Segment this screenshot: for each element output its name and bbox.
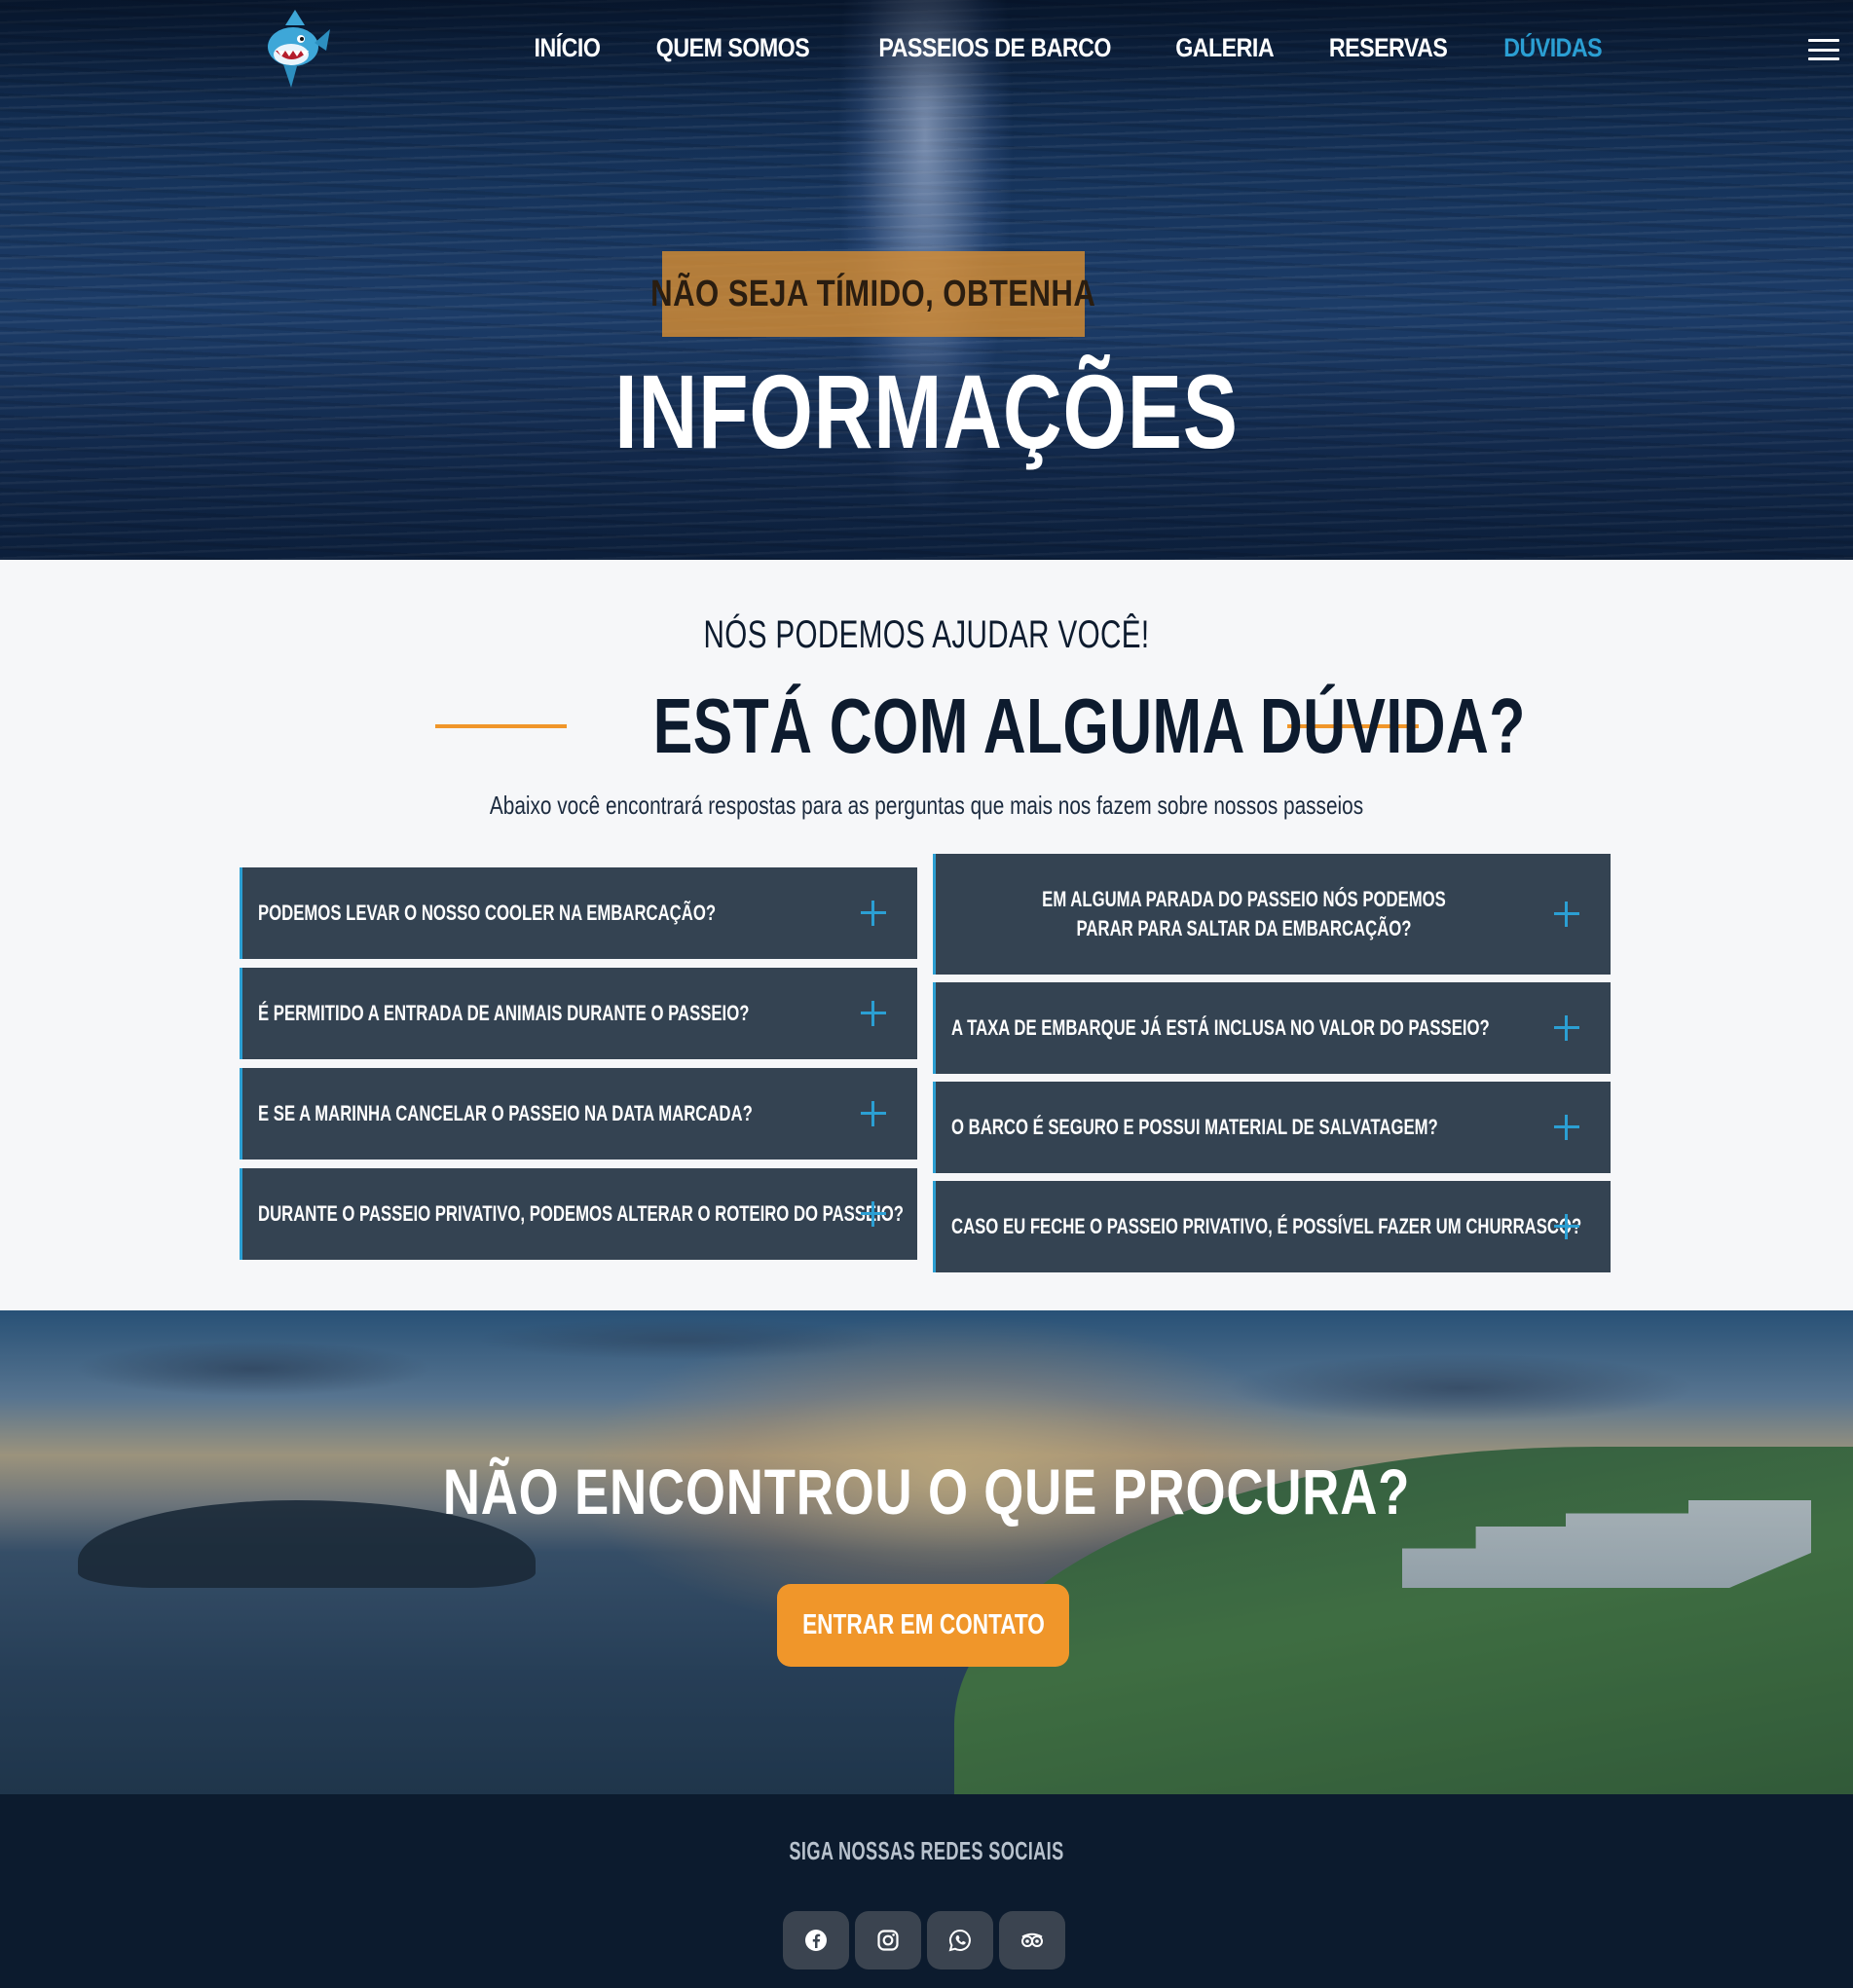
cta-overlay [0, 1310, 1853, 1794]
faq-item[interactable]: E SE A MARINHA CANCELAR O PASSEIO NA DAT… [240, 1068, 917, 1160]
contact-cta-section: NÃO ENCONTROU O QUE PROCURA? ENTRAR EM C… [0, 1310, 1853, 1794]
instagram-icon [877, 1930, 899, 1951]
faq-subtitle: Abaixo você encontrará respostas para as… [489, 791, 1364, 820]
nav-item-galeria[interactable]: GALERIA [1175, 33, 1274, 63]
faq-question: É PERMITIDO A ENTRADA DE ANIMAIS DURANTE… [258, 1001, 750, 1025]
faq-item[interactable]: DURANTE O PASSEIO PRIVATIVO, PODEMOS ALT… [240, 1168, 917, 1260]
facebook-icon [805, 1930, 827, 1951]
whatsapp-button[interactable] [927, 1911, 993, 1970]
hero-badge-text: NÃO SEJA TÍMIDO, OBTENHA [650, 273, 1096, 314]
contact-button-label: ENTRAR EM CONTATO [801, 1609, 1045, 1640]
faq-item[interactable]: PODEMOS LEVAR O NOSSO COOLER NA EMBARCAÇ… [240, 867, 917, 959]
heading-divider-left [434, 724, 567, 728]
whatsapp-icon [948, 1929, 971, 1952]
faq-column-left: PODEMOS LEVAR O NOSSO COOLER NA EMBARCAÇ… [240, 867, 917, 1260]
hero-title: INFORMAÇÕES [614, 352, 1239, 470]
hero-badge: NÃO SEJA TÍMIDO, OBTENHA [650, 251, 1095, 337]
faq-item[interactable]: CASO EU FECHE O PASSEIO PRIVATIVO, É POS… [933, 1181, 1611, 1272]
faq-title: ESTÁ COM ALGUMA DÚVIDA? [652, 682, 1526, 769]
nav-item-passeios-de-barco[interactable]: PASSEIOS DE BARCO [878, 33, 1111, 63]
plus-icon[interactable] [861, 1001, 886, 1026]
faq-item[interactable]: A TAXA DE EMBARQUE JÁ ESTÁ INCLUSA NO VA… [933, 982, 1611, 1074]
faq-question: EM ALGUMA PARADA DO PASSEIO NÓS PODEMOS … [1042, 887, 1446, 940]
faq-question: A TAXA DE EMBARQUE JÁ ESTÁ INCLUSA NO VA… [951, 1015, 1490, 1040]
plus-icon[interactable] [861, 1101, 886, 1126]
faq-column-right: EM ALGUMA PARADA DO PASSEIO NÓS PODEMOS … [933, 854, 1611, 1272]
shark-logo[interactable] [258, 8, 332, 90]
faq-question: O BARCO É SEGURO E POSSUI MATERIAL DE SA… [951, 1115, 1438, 1139]
hamburger-menu-icon[interactable] [1808, 39, 1839, 60]
faq-item[interactable]: É PERMITIDO A ENTRADA DE ANIMAIS DURANTE… [240, 968, 917, 1059]
top-navigation: INÍCIO QUEM SOMOS PASSEIOS DE BARCO GALE… [0, 0, 1853, 107]
nav-item-duvidas[interactable]: DÚVIDAS [1503, 33, 1602, 63]
plus-icon[interactable] [861, 901, 886, 926]
cta-title: NÃO ENCONTROU O QUE PROCURA? [442, 1455, 1411, 1528]
facebook-button[interactable] [783, 1911, 849, 1970]
faq-kicker: NÓS PODEMOS AJUDAR VOCÊ! [703, 613, 1150, 656]
instagram-button[interactable] [855, 1911, 921, 1970]
social-links [783, 1911, 1065, 1970]
tripadvisor-icon [1021, 1933, 1043, 1947]
tripadvisor-button[interactable] [999, 1911, 1065, 1970]
faq-item[interactable]: EM ALGUMA PARADA DO PASSEIO NÓS PODEMOS … [933, 854, 1611, 975]
hero-section: INÍCIO QUEM SOMOS PASSEIOS DE BARCO GALE… [0, 0, 1853, 560]
faq-question: CASO EU FECHE O PASSEIO PRIVATIVO, É POS… [951, 1214, 1582, 1238]
faq-heading: ESTÁ COM ALGUMA DÚVIDA? [0, 681, 1853, 771]
nav-item-inicio[interactable]: INÍCIO [534, 33, 600, 63]
nav-item-reservas[interactable]: RESERVAS [1329, 33, 1448, 63]
faq-question: PODEMOS LEVAR O NOSSO COOLER NA EMBARCAÇ… [258, 901, 717, 925]
plus-icon[interactable] [1554, 1115, 1579, 1140]
plus-icon[interactable] [1554, 902, 1579, 927]
contact-button[interactable]: ENTRAR EM CONTATO [777, 1584, 1069, 1667]
faq-item[interactable]: O BARCO É SEGURO E POSSUI MATERIAL DE SA… [933, 1082, 1611, 1173]
plus-icon[interactable] [1554, 1015, 1579, 1041]
nav-item-quem-somos[interactable]: QUEM SOMOS [656, 33, 810, 63]
social-heading: SIGA NOSSAS REDES SOCIAIS [789, 1836, 1064, 1865]
plus-icon[interactable] [1554, 1214, 1579, 1239]
main-menu: INÍCIO QUEM SOMOS PASSEIOS DE BARCO GALE… [529, 33, 1610, 63]
footer: SIGA NOSSAS REDES SOCIAIS [0, 1794, 1853, 1988]
faq-question: E SE A MARINHA CANCELAR O PASSEIO NA DAT… [258, 1101, 753, 1125]
faq-question: DURANTE O PASSEIO PRIVATIVO, PODEMOS ALT… [258, 1201, 904, 1226]
plus-icon[interactable] [861, 1201, 886, 1227]
